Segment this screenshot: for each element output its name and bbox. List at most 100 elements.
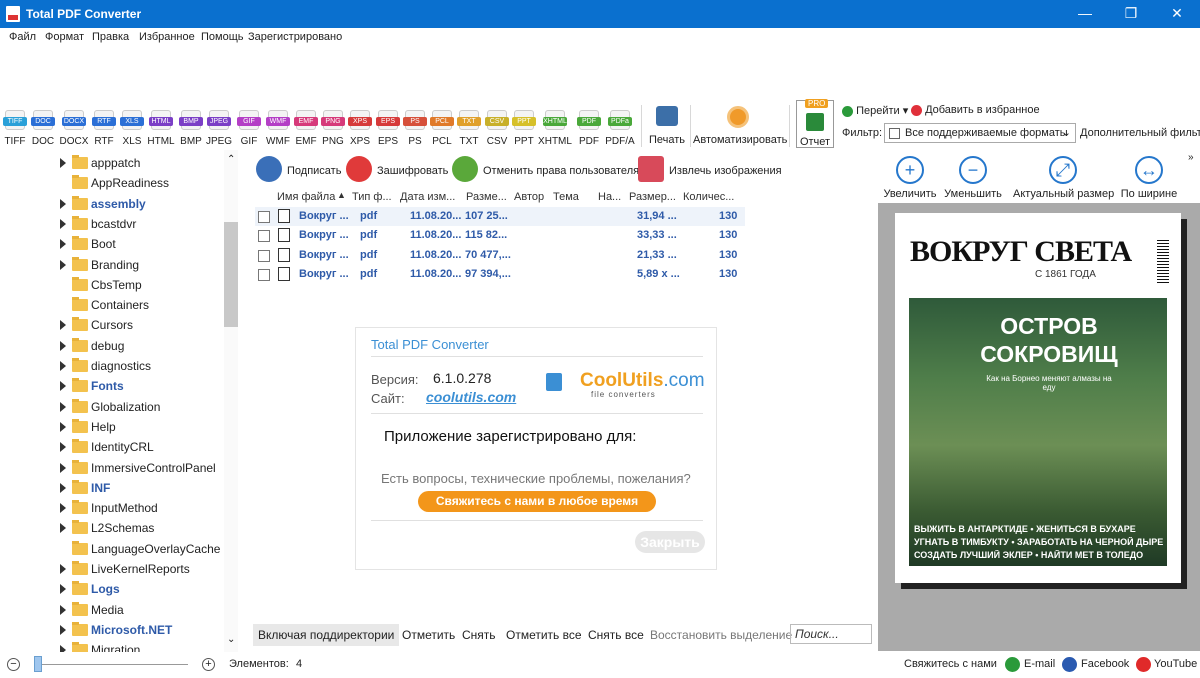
- format-ppt-button[interactable]: PPT PPT: [511, 110, 537, 147]
- tree-item-diagnostics[interactable]: diagnostics: [0, 356, 225, 376]
- tree-item-cursors[interactable]: Cursors: [0, 315, 225, 335]
- tree-item-microsoft-net[interactable]: Microsoft.NET: [0, 620, 225, 640]
- zoom-in-button[interactable]: + Увеличить: [883, 156, 937, 200]
- print-button[interactable]: Печать: [647, 106, 687, 146]
- expand-arrow-icon[interactable]: [60, 624, 66, 635]
- actual-size-button[interactable]: ⤢ Актуальный размер: [1013, 156, 1114, 200]
- tree-item-inf[interactable]: INF: [0, 478, 225, 498]
- tree-item-l2schemas[interactable]: L2Schemas: [0, 518, 225, 538]
- expand-arrow-icon[interactable]: [60, 462, 66, 473]
- row-checkbox[interactable]: [258, 230, 270, 243]
- menu-registered[interactable]: Зарегистрировано: [248, 31, 342, 43]
- close-about-button[interactable]: Закрыть: [635, 531, 705, 553]
- scroll-down-icon[interactable]: ⌄: [227, 634, 235, 645]
- expand-arrow-icon[interactable]: [60, 239, 66, 250]
- tree-item-bcastdvr[interactable]: bcastdvr: [0, 214, 225, 234]
- format-pdfa-button[interactable]: PDFa PDF/A: [605, 110, 635, 147]
- expand-arrow-icon[interactable]: [60, 198, 66, 209]
- tree-scrollbar[interactable]: ⌃ ⌄: [224, 150, 238, 652]
- expand-arrow-icon[interactable]: [60, 604, 66, 615]
- report-button[interactable]: PRO Отчет: [796, 99, 834, 148]
- tree-item-apppatch[interactable]: apppatch: [0, 153, 225, 173]
- tree-item-assembly[interactable]: assembly: [0, 194, 225, 214]
- expand-arrow-icon[interactable]: [60, 503, 66, 514]
- include-subdirs-toggle[interactable]: Включая поддиректории: [253, 624, 400, 646]
- tree-item-languageoverlaycache[interactable]: LanguageOverlayCache: [0, 539, 225, 559]
- extra-filter-link[interactable]: Дополнительный фильтр: [1080, 127, 1200, 139]
- zoom-plus-icon[interactable]: +: [202, 658, 215, 671]
- tree-item-fonts[interactable]: Fonts: [0, 376, 225, 396]
- expand-arrow-icon[interactable]: [60, 218, 66, 229]
- col-count[interactable]: Количес...: [683, 191, 741, 203]
- expand-arrow-icon[interactable]: [60, 584, 66, 595]
- tree-item-appreadiness[interactable]: AppReadiness: [0, 173, 225, 193]
- restore-selection-button[interactable]: Восстановить выделение: [650, 628, 792, 642]
- col-type[interactable]: Тип ф...: [352, 191, 396, 203]
- format-xhtml-button[interactable]: XHTML XHTML: [538, 110, 572, 147]
- contact-us-button[interactable]: Свяжитесь с нами в любое время: [418, 491, 656, 512]
- col-page-size[interactable]: Размер...: [629, 191, 679, 203]
- expand-arrow-icon[interactable]: [60, 259, 66, 270]
- tree-item-containers[interactable]: Containers: [0, 295, 225, 315]
- tree-item-immersivecontrolpanel[interactable]: ImmersiveControlPanel: [0, 458, 225, 478]
- expand-arrow-icon[interactable]: [60, 158, 66, 168]
- expand-arrow-icon[interactable]: [60, 442, 66, 453]
- menu-edit[interactable]: Правка: [92, 31, 129, 43]
- file-row[interactable]: Вокруг ... pdf 11.08.20... 97 394,... 5,89 x…: [255, 265, 745, 284]
- format-pdf-button[interactable]: PDF PDF: [576, 110, 602, 147]
- scroll-up-icon[interactable]: ⌃: [227, 154, 235, 165]
- expand-arrow-icon[interactable]: [60, 401, 66, 412]
- mark-button[interactable]: Отметить: [402, 628, 455, 642]
- search-input[interactable]: Поиск...: [790, 624, 872, 644]
- unmark-all-button[interactable]: Снять все: [588, 628, 644, 642]
- menu-help[interactable]: Помощь: [201, 31, 244, 43]
- email-link[interactable]: E-mail: [1024, 658, 1055, 670]
- expand-arrow-icon[interactable]: [60, 564, 66, 574]
- filter-select[interactable]: Все поддерживаемые форматы ⌄: [884, 123, 1076, 143]
- tree-item-migration[interactable]: Migration: [0, 640, 225, 652]
- zoom-minus-icon[interactable]: −: [7, 658, 20, 671]
- menu-format[interactable]: Формат: [45, 31, 84, 43]
- more-icon[interactable]: »: [1188, 152, 1194, 163]
- facebook-link[interactable]: Facebook: [1081, 658, 1129, 670]
- unmark-button[interactable]: Снять: [462, 628, 496, 642]
- format-html-button[interactable]: HTML HTML: [147, 110, 175, 147]
- zoom-out-button[interactable]: − Уменьшить: [943, 156, 1003, 200]
- file-row[interactable]: Вокруг ... pdf 11.08.20... 107 25... 31,94 .…: [255, 207, 745, 226]
- mark-all-button[interactable]: Отметить все: [506, 628, 582, 642]
- fit-width-button[interactable]: ↔ По ширине: [1120, 156, 1178, 200]
- add-favorite-button[interactable]: Добавить в избранное: [911, 104, 1040, 116]
- format-jpeg-button[interactable]: JPEG JPEG: [206, 110, 232, 147]
- expand-arrow-icon[interactable]: [60, 645, 66, 652]
- minimize-button[interactable]: —: [1062, 0, 1108, 28]
- col-author[interactable]: Автор: [514, 191, 554, 203]
- tree-item-livekernelreports[interactable]: LiveKernelReports: [0, 559, 225, 579]
- tree-item-identitycrl[interactable]: IdentityCRL: [0, 437, 225, 457]
- close-window-button[interactable]: ✕: [1154, 0, 1200, 28]
- expand-arrow-icon[interactable]: [60, 340, 66, 351]
- row-checkbox[interactable]: [258, 268, 270, 281]
- maximize-button[interactable]: ❐: [1108, 0, 1154, 28]
- menu-file[interactable]: Файл: [9, 31, 36, 43]
- tree-item-media[interactable]: Media: [0, 600, 225, 620]
- expand-arrow-icon[interactable]: [60, 482, 66, 493]
- menu-favorites[interactable]: Избранное: [139, 31, 195, 43]
- expand-arrow-icon[interactable]: [60, 523, 66, 534]
- tree-item-branding[interactable]: Branding: [0, 255, 225, 275]
- expand-arrow-icon[interactable]: [60, 320, 66, 331]
- expand-arrow-icon[interactable]: [60, 421, 66, 432]
- tree-item-inputmethod[interactable]: InputMethod: [0, 498, 225, 518]
- expand-arrow-icon[interactable]: [60, 361, 66, 371]
- tree-item-help[interactable]: Help: [0, 417, 225, 437]
- zoom-slider-track[interactable]: [40, 664, 188, 665]
- tree-item-boot[interactable]: Boot: [0, 234, 225, 254]
- col-size[interactable]: Разме...: [466, 191, 510, 203]
- file-row[interactable]: Вокруг ... pdf 11.08.20... 70 477,... 21,33 …: [255, 246, 745, 265]
- youtube-link[interactable]: YouTube: [1154, 658, 1197, 670]
- file-row[interactable]: Вокруг ... pdf 11.08.20... 115 82... 33,33 .…: [255, 226, 745, 245]
- tree-item-debug[interactable]: debug: [0, 336, 225, 356]
- col-subject[interactable]: Тема: [553, 191, 593, 203]
- tree-item-cbstemp[interactable]: CbsTemp: [0, 275, 225, 295]
- expand-arrow-icon[interactable]: [60, 381, 66, 392]
- row-checkbox[interactable]: [258, 249, 270, 262]
